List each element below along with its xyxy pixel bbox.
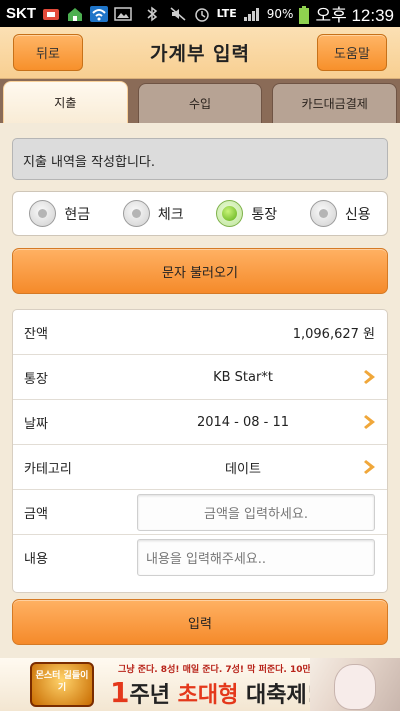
- account-value: KB Star*t: [213, 369, 273, 385]
- radio-label: 신용: [344, 206, 371, 223]
- submit-button[interactable]: 입력: [12, 599, 388, 645]
- bluetooth-icon: [145, 6, 163, 22]
- memo-row: 내용 내용을 입력해주세요..: [13, 535, 387, 580]
- chevron-right-icon: [364, 460, 375, 474]
- balance-label: 잔액: [24, 326, 48, 342]
- memo-label: 내용: [24, 552, 48, 567]
- load-sms-button[interactable]: 문자 불러오기: [12, 248, 388, 294]
- tab-card-payment[interactable]: 카드대금결제: [272, 83, 398, 123]
- date-value: 2014 - 08 - 11: [196, 414, 290, 430]
- home-app-icon: [66, 6, 84, 22]
- radio-label: 체크: [157, 206, 184, 223]
- clock: 오후 12:39: [315, 6, 394, 25]
- image-icon: [114, 6, 132, 22]
- battery-icon: [299, 5, 310, 24]
- notification-icon: [42, 6, 60, 22]
- amount-row: 금액 금액을 입력하세요.: [13, 490, 387, 535]
- ad-headline-highlight: 초대형: [177, 683, 239, 708]
- ad-headline-part: 대축제!: [238, 683, 317, 708]
- battery-percent: 90%: [266, 6, 294, 21]
- ad-banner[interactable]: 몬스터 길들이기 그냥 준다. 8성! 매일 준다. 7성! 막 퍼준다. 10…: [0, 658, 400, 711]
- help-button[interactable]: 도움말: [317, 34, 387, 71]
- tab-expense[interactable]: 지출: [3, 81, 128, 123]
- balance-row: 잔액 1,096,627 원: [13, 310, 387, 355]
- radio-check-card[interactable]: 체크: [107, 200, 201, 227]
- category-label: 카테고리: [24, 461, 72, 477]
- amount-label: 금액: [24, 506, 48, 522]
- status-bar: SKT LTE 90% 오후 12:39: [0, 0, 400, 27]
- date-label: 날짜: [24, 416, 48, 432]
- entry-form: 잔액 1,096,627 원 통장 KB Star*t 날짜 2014 - 08…: [12, 309, 388, 593]
- carrier-label: SKT: [6, 5, 36, 22]
- mute-icon: [169, 6, 187, 22]
- tab-bar: 지출 수입 카드대금결제: [0, 79, 400, 123]
- game-logo: 몬스터 길들이기: [30, 662, 94, 707]
- memo-input[interactable]: 내용을 입력해주세요..: [137, 539, 375, 576]
- ad-headline-number: 1: [110, 676, 130, 709]
- radio-cash[interactable]: 현금: [13, 200, 107, 227]
- payment-type-group: 현금 체크 통장 신용: [12, 191, 388, 236]
- radio-credit-card[interactable]: 신용: [294, 200, 388, 227]
- chevron-right-icon: [364, 415, 375, 429]
- radio-label: 통장: [251, 206, 278, 223]
- radio-button-icon[interactable]: [309, 200, 337, 227]
- amount-input[interactable]: 금액을 입력하세요.: [137, 494, 375, 531]
- expense-form-panel: 지출 내역을 작성합니다. 현금 체크 통장 신용 문자 불러오기 잔액 1,0…: [0, 123, 400, 658]
- radio-button-icon[interactable]: [122, 200, 150, 227]
- account-row[interactable]: 통장 KB Star*t: [13, 355, 387, 400]
- radio-button-icon[interactable]: [29, 200, 57, 227]
- chevron-right-icon: [364, 370, 375, 384]
- date-row[interactable]: 날짜 2014 - 08 - 11: [13, 400, 387, 445]
- radio-label: 현금: [64, 206, 91, 223]
- ad-character-image: [310, 658, 400, 711]
- alarm-icon: [193, 6, 211, 22]
- tab-income[interactable]: 수입: [137, 83, 263, 123]
- radio-bank-account[interactable]: 통장: [200, 200, 294, 227]
- ad-headline: 1주년 초대형 대축제!: [110, 676, 317, 709]
- balance-value: 1,096,627 원: [292, 326, 375, 342]
- radio-button-selected-icon[interactable]: [216, 200, 244, 227]
- wifi-icon: [90, 5, 108, 22]
- network-type-label: LTE: [216, 7, 237, 20]
- notice-banner: 지출 내역을 작성합니다.: [12, 138, 388, 180]
- app-header: 뒤로 가계부 입력 도움말: [0, 27, 400, 79]
- account-label: 통장: [24, 371, 48, 387]
- signal-icon: [243, 6, 261, 22]
- category-value: 데이트: [225, 461, 261, 477]
- category-row[interactable]: 카테고리 데이트: [13, 445, 387, 490]
- ad-tagline: 그냥 준다. 8성! 매일 준다. 7성! 막 퍼준다. 10만 명!: [118, 665, 327, 675]
- ad-headline-part: 주년: [129, 683, 178, 708]
